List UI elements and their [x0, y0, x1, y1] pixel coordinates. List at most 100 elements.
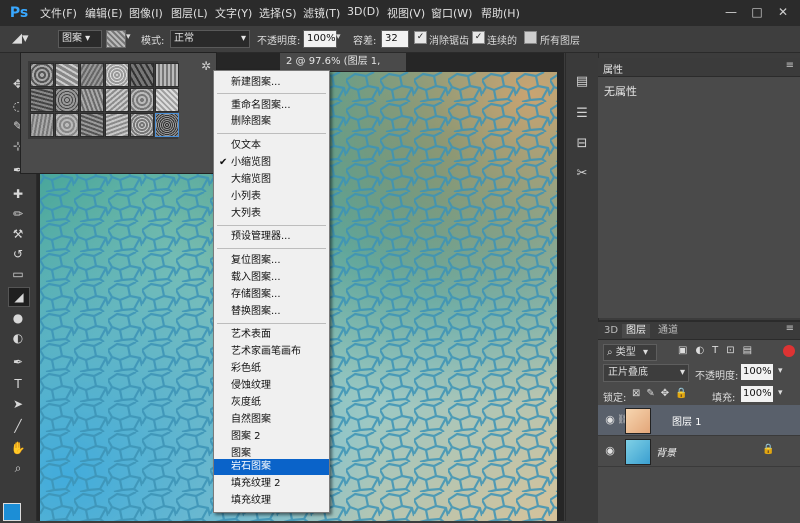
history-brush-tool-icon[interactable]: ↺	[8, 245, 28, 263]
menu-filter[interactable]: 滤镜(T)	[303, 5, 340, 21]
pattern-swatch[interactable]	[80, 88, 104, 112]
dodge-tool-icon[interactable]: ◐	[8, 329, 28, 347]
menu-help[interactable]: 帮助(H)	[481, 5, 520, 21]
antialias-checkbox[interactable]: ✓	[414, 31, 427, 44]
pen-tool-icon[interactable]: ✒	[8, 353, 28, 371]
panel-menu-icon[interactable]: ≡	[786, 60, 794, 71]
filter-toggle-icon[interactable]	[783, 345, 795, 357]
pattern-preview-button[interactable]	[106, 30, 126, 48]
tab-layers[interactable]: 图层	[622, 324, 650, 338]
menu-file[interactable]: 文件(F)	[40, 5, 77, 21]
layer1-name[interactable]: 图层 1	[672, 413, 702, 428]
tab-channels[interactable]: 通道	[654, 324, 682, 338]
menu-nature-patterns[interactable]: 自然图案	[214, 412, 329, 428]
menu-rename-pattern[interactable]: 重命名图案...	[214, 98, 329, 114]
pattern-swatch[interactable]	[105, 88, 129, 112]
fill-dropdown-icon[interactable]: ▾	[778, 388, 783, 398]
layers-panel-menu-icon[interactable]: ≡	[786, 323, 794, 334]
properties-panel-icon[interactable]: ☰	[573, 105, 591, 123]
pattern-swatch[interactable]	[55, 88, 79, 112]
menu-edit[interactable]: 编辑(E)	[85, 5, 123, 21]
hand-tool-icon[interactable]: ✋	[8, 439, 28, 457]
minimize-button[interactable]: —	[722, 3, 740, 21]
menu-fill-texture-2[interactable]: 填充纹理 2	[214, 476, 329, 492]
paint-bucket-tool-icon[interactable]: ◢	[8, 287, 30, 307]
line-tool-icon[interactable]: ╱	[8, 417, 28, 435]
type-tool-icon[interactable]: T	[8, 375, 28, 393]
visibility-eye-icon[interactable]: ◉	[603, 444, 617, 458]
opacity-dropdown-icon[interactable]: ▾	[336, 32, 341, 42]
menu-erodible-textures[interactable]: 侵蚀纹理	[214, 378, 329, 394]
pattern-swatch[interactable]	[55, 63, 79, 87]
picker-settings-gear-icon[interactable]: ✲	[199, 59, 213, 73]
fill-input[interactable]: 100%	[741, 386, 773, 402]
document-tab[interactable]: 2 @ 97.6% (图层 1, RGB/8) * ×	[280, 53, 406, 85]
close-window-button[interactable]: ✕	[774, 3, 792, 21]
pattern-swatch[interactable]	[105, 63, 129, 87]
layer-opacity-dropdown-icon[interactable]: ▾	[778, 366, 783, 376]
menu-load-patterns[interactable]: 载入图案...	[214, 270, 329, 286]
menu-type[interactable]: 文字(Y)	[215, 5, 252, 21]
menu-preset-manager[interactable]: 预设管理器...	[214, 229, 329, 245]
eraser-tool-icon[interactable]: ▭	[8, 265, 28, 283]
pattern-swatch[interactable]	[130, 113, 154, 137]
lock-icons[interactable]: ⊠✎✥🔒	[632, 388, 694, 399]
menu-small-list[interactable]: 小列表	[214, 189, 329, 205]
menu-reset-patterns[interactable]: 复位图案...	[214, 253, 329, 269]
menu-3d[interactable]: 3D(D)	[347, 5, 380, 18]
brush-tool-icon[interactable]: ✏	[8, 205, 28, 223]
tools-presets-icon[interactable]: ✂	[573, 165, 591, 183]
history-panel-icon[interactable]: ▤	[573, 73, 591, 91]
pattern-swatch[interactable]	[30, 63, 54, 87]
layer-row-background[interactable]: ◉ 背景 🔒	[598, 436, 800, 467]
tolerance-input[interactable]: 32	[381, 30, 409, 48]
menu-new-pattern[interactable]: 新建图案...	[214, 75, 329, 91]
background-layer-name[interactable]: 背景	[656, 444, 676, 459]
properties-tab[interactable]: 属性	[603, 61, 623, 76]
pattern-swatch[interactable]	[130, 88, 154, 112]
layer-filter-select[interactable]: ⌕ 类型 ▾	[603, 344, 657, 361]
layer-filter-icons[interactable]: ▣◐T⊡▤	[678, 345, 778, 359]
layer-row-layer1[interactable]: ◉ ⛓ 图层 1	[598, 405, 800, 436]
blend-mode-select[interactable]: 正片叠底 ▾	[603, 364, 689, 382]
blur-tool-icon[interactable]: ●	[8, 309, 28, 327]
mode-select[interactable]: 正常 ▾	[170, 30, 250, 48]
menu-select[interactable]: 选择(S)	[259, 5, 297, 21]
menu-artist-surfaces[interactable]: 艺术表面	[214, 327, 329, 343]
pattern-swatch[interactable]	[80, 63, 104, 87]
paint-bucket-icon[interactable]: ◢▾	[12, 30, 38, 48]
pattern-swatch[interactable]	[30, 88, 54, 112]
layer-opacity-input[interactable]: 100%	[741, 364, 773, 380]
pattern-swatch[interactable]	[155, 63, 179, 87]
pattern-swatch[interactable]	[155, 88, 179, 112]
path-select-tool-icon[interactable]: ➤	[8, 395, 28, 413]
pattern-swatch[interactable]	[130, 63, 154, 87]
foreground-color-swatch[interactable]	[3, 503, 21, 521]
menu-large-thumbnail[interactable]: 大缩览图	[214, 172, 329, 188]
pattern-swatch-selected[interactable]	[155, 113, 179, 137]
menu-layer[interactable]: 图层(L)	[171, 5, 208, 21]
menu-image[interactable]: 图像(I)	[129, 5, 163, 21]
fill-source-select[interactable]: 图案 ▾	[58, 30, 102, 48]
menu-save-patterns[interactable]: 存储图案...	[214, 287, 329, 303]
pattern-dropdown-arrow-icon[interactable]: ▾	[126, 32, 131, 42]
contiguous-checkbox[interactable]: ✓	[472, 31, 485, 44]
menu-replace-patterns[interactable]: 替换图案...	[214, 304, 329, 320]
adjust-panel-icon[interactable]: ⊟	[573, 135, 591, 153]
menu-view[interactable]: 视图(V)	[387, 5, 425, 21]
menu-small-thumbnail[interactable]: ✔ 小缩览图	[214, 155, 329, 171]
zoom-tool-icon[interactable]: ⌕	[8, 459, 28, 477]
menu-window[interactable]: 窗口(W)	[431, 5, 472, 21]
visibility-eye-icon[interactable]: ◉	[603, 413, 617, 427]
menu-patterns-2[interactable]: 图案 2	[214, 429, 329, 445]
menu-delete-pattern[interactable]: 删除图案	[214, 114, 329, 130]
pattern-swatch[interactable]	[80, 113, 104, 137]
menu-rock-patterns[interactable]: 岩石图案	[214, 459, 329, 475]
pattern-swatch[interactable]	[105, 113, 129, 137]
menu-artists-brushes-canvas[interactable]: 艺术家画笔画布	[214, 344, 329, 360]
pattern-swatch[interactable]	[55, 113, 79, 137]
menu-color-paper[interactable]: 彩色纸	[214, 361, 329, 377]
tab-3d[interactable]: 3D	[600, 324, 622, 338]
pattern-swatch[interactable]	[30, 113, 54, 137]
menu-large-list[interactable]: 大列表	[214, 206, 329, 222]
